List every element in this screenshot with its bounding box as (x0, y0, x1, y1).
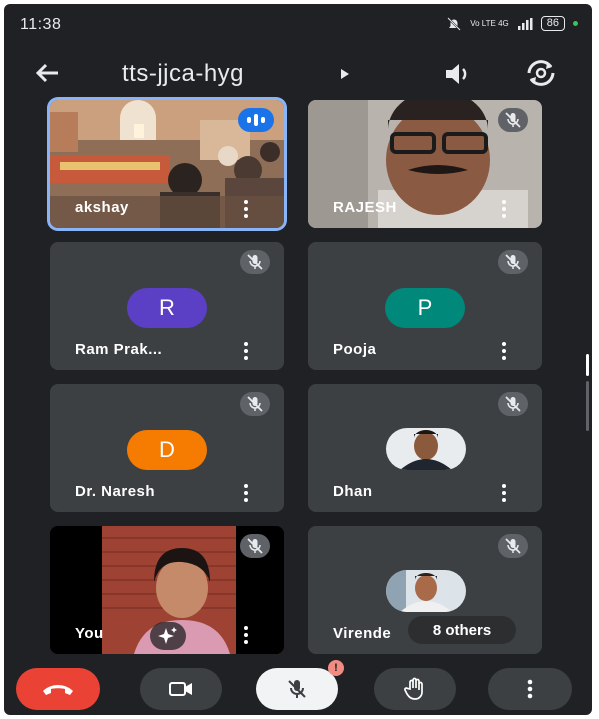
more-vert-icon (527, 679, 533, 699)
privacy-dot-icon (573, 21, 578, 26)
participant-tile-dhan[interactable]: Dhan (308, 384, 542, 512)
participant-tile-dr-naresh[interactable]: D Dr. Naresh (50, 384, 284, 512)
end-call-button[interactable] (16, 668, 100, 710)
visual-effects-button[interactable] (150, 622, 186, 650)
back-arrow-icon[interactable] (32, 58, 62, 88)
hang-up-icon (43, 685, 73, 695)
participant-tile-you[interactable]: You (50, 526, 284, 654)
participant-tile-rajesh[interactable]: RAJESH (308, 100, 542, 228)
status-time: 11:38 (20, 16, 62, 33)
sparkle-icon (158, 627, 177, 644)
caret-right-icon[interactable] (340, 68, 350, 80)
call-controls: ! (4, 660, 592, 715)
avatar: R (127, 288, 207, 328)
mic-off-icon (498, 250, 528, 274)
meeting-code[interactable]: tts-jjca-hyg (122, 60, 244, 88)
more-options-icon[interactable] (502, 484, 506, 502)
raise-hand-button[interactable] (374, 668, 456, 710)
mic-off-icon (288, 680, 306, 698)
participant-name: Virende (333, 625, 392, 642)
more-options-icon[interactable] (244, 200, 248, 218)
more-options-icon[interactable] (244, 626, 248, 644)
mic-off-icon (498, 108, 528, 132)
camera-toggle-button[interactable] (140, 668, 222, 710)
speaking-indicator-icon (238, 108, 274, 132)
status-bar: 11:38 Vo LTE 4G 86 (4, 4, 592, 44)
microphone-toggle-button[interactable]: ! (256, 660, 344, 710)
participant-name: You (75, 625, 104, 642)
more-options-icon[interactable] (502, 342, 506, 360)
avatar: D (127, 430, 207, 470)
avatar (386, 428, 466, 470)
scrollbar-thumb[interactable] (586, 354, 589, 376)
participant-name: Dhan (333, 483, 373, 500)
raise-hand-icon (404, 677, 423, 700)
more-options-icon[interactable] (244, 342, 248, 360)
video-camera-icon (169, 682, 192, 696)
scrollbar-track[interactable] (586, 381, 589, 431)
participant-name: akshay (75, 199, 129, 216)
battery-indicator: 86 (540, 16, 565, 31)
mic-off-icon (240, 534, 270, 558)
signal-icon (517, 17, 533, 30)
avatar: P (385, 288, 465, 328)
more-options-icon[interactable] (502, 200, 506, 218)
participant-name: Pooja (333, 341, 377, 358)
mic-warning-badge: ! (328, 660, 344, 676)
network-label: Vo LTE 4G (470, 19, 509, 28)
participant-tile-ram-prak[interactable]: R Ram Prak... (50, 242, 284, 370)
mic-off-icon (240, 392, 270, 416)
participant-tile-others[interactable]: Virende 8 others (308, 526, 542, 654)
participant-tile-akshay[interactable]: akshay (50, 100, 284, 228)
status-icons: Vo LTE 4G 86 (446, 16, 578, 31)
participant-name: Dr. Naresh (75, 483, 156, 500)
avatar (386, 570, 466, 612)
meet-screen: 11:38 Vo LTE 4G 86 tts-jjca-hyg akshay R… (4, 4, 592, 715)
participant-name: Ram Prak... (75, 341, 163, 358)
mute-bell-icon (447, 16, 461, 31)
more-options-icon[interactable] (244, 484, 248, 502)
speaker-icon[interactable] (442, 60, 472, 88)
participant-tile-pooja[interactable]: P Pooja (308, 242, 542, 370)
mic-off-icon (498, 392, 528, 416)
meeting-top-bar: tts-jjca-hyg (4, 54, 592, 94)
mic-off-icon (498, 534, 528, 558)
more-options-button[interactable] (488, 668, 572, 710)
others-count-chip[interactable]: 8 others (408, 616, 516, 644)
participant-name: RAJESH (333, 199, 397, 216)
switch-camera-icon[interactable] (524, 58, 558, 88)
mic-off-icon (240, 250, 270, 274)
